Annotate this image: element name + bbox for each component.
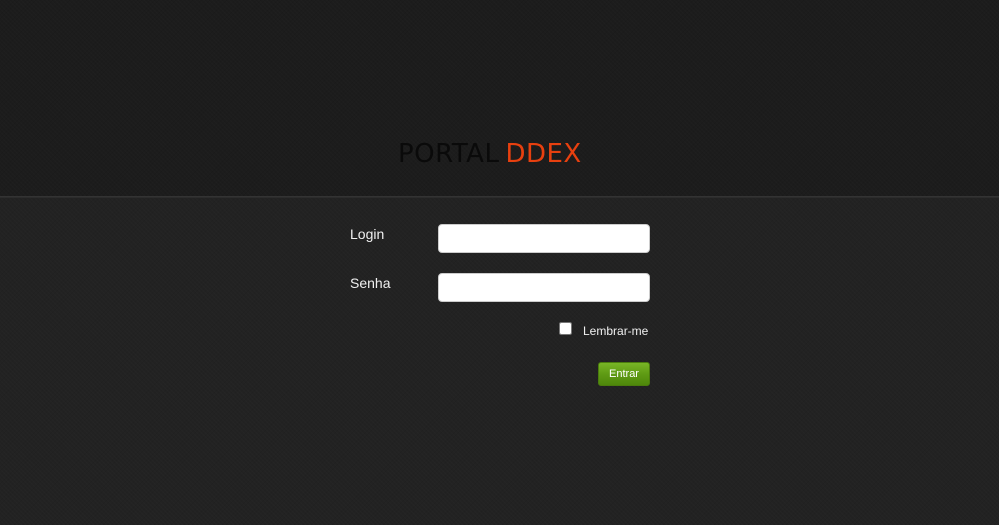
header-band: PORTAL DDEX: [0, 0, 999, 197]
portal-logo: PORTAL DDEX: [398, 139, 582, 169]
password-label: Senha: [350, 275, 391, 291]
password-input[interactable]: [438, 273, 650, 302]
remember-me-label[interactable]: Lembrar-me: [583, 323, 648, 339]
remember-me-checkbox[interactable]: [559, 322, 572, 335]
logo-ddex-text: DDEX: [505, 139, 582, 169]
login-label: Login: [350, 226, 385, 242]
logo-portal-text: PORTAL: [398, 139, 500, 169]
login-input[interactable]: [438, 224, 650, 253]
submit-button[interactable]: Entrar: [598, 362, 650, 386]
